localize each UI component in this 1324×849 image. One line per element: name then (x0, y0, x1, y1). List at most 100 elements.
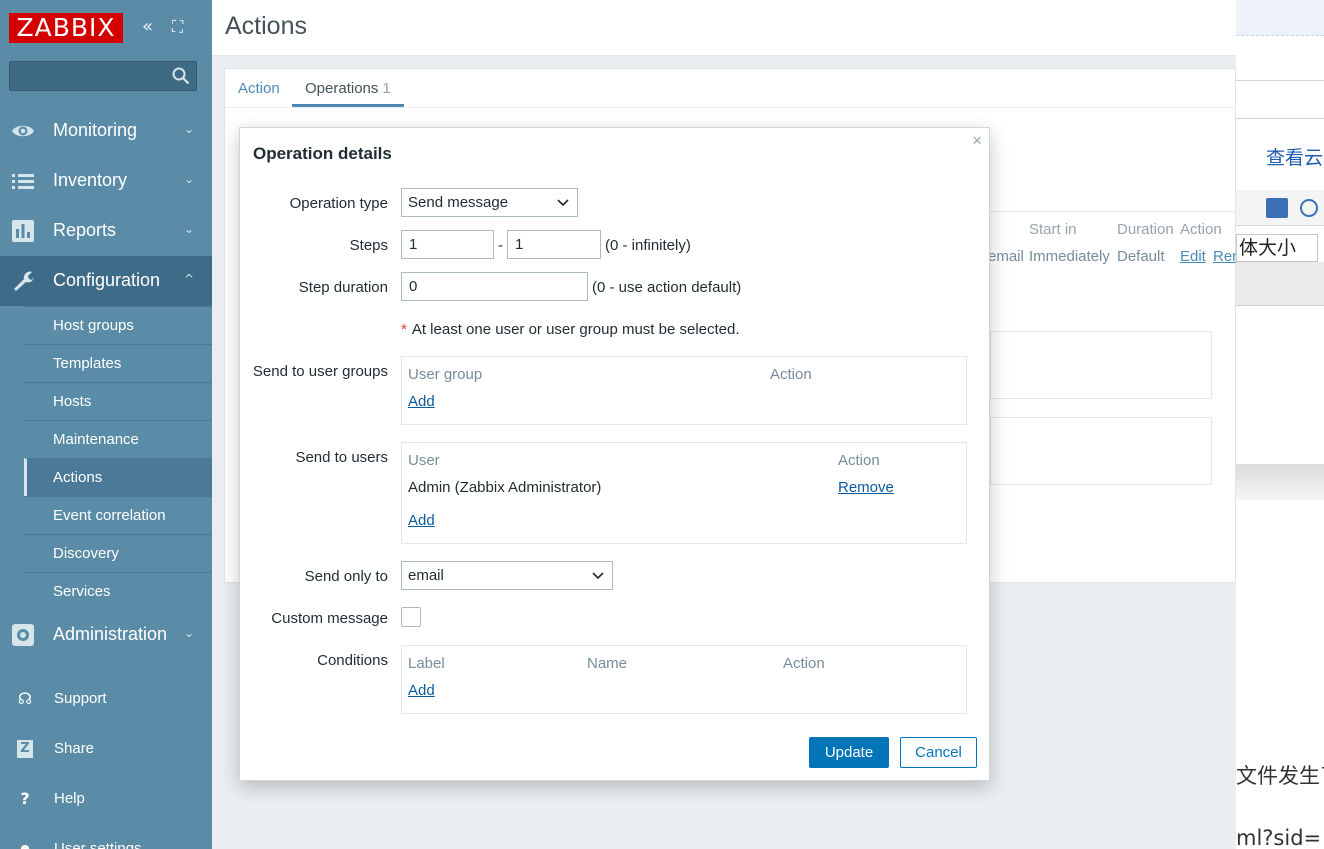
dialog-title: Operation details (253, 144, 392, 163)
collapse-sidebar-icon[interactable]: « (142, 17, 153, 37)
conditions-table: Label Name Action Add (401, 645, 967, 714)
bg-cell-duration: Default (1117, 248, 1165, 265)
sidebar-search-input[interactable] (9, 61, 197, 91)
chevron-down-icon (592, 572, 604, 580)
bg-window-line (1236, 80, 1324, 81)
bg-window-url-text: ml?sid= (1236, 826, 1322, 849)
user-column-header: User (408, 452, 440, 469)
menu-inventory-label: Inventory (53, 170, 128, 190)
submenu-discovery[interactable]: Discovery (24, 534, 212, 572)
menu-reports[interactable]: Reports ⌄ (0, 206, 212, 256)
sidebar-support[interactable]: ☊ Support (0, 680, 212, 720)
menu-configuration-label: Configuration (53, 270, 161, 290)
calendar-icon[interactable] (1266, 198, 1288, 218)
custom-message-label: Custom message (271, 610, 388, 627)
send-to-user-groups-label: Send to user groups (252, 363, 388, 380)
remove-user-link[interactable]: Remove (838, 479, 894, 496)
bg-window-text: 文件发生了 (1236, 764, 1324, 788)
chevron-down-icon: ⌄ (183, 122, 194, 136)
list-icon (12, 174, 34, 189)
tab-operations-label: Operations (305, 80, 379, 97)
submenu-label: Discovery (53, 545, 119, 562)
menu-monitoring[interactable]: Monitoring ⌄ (0, 106, 212, 156)
chevron-down-icon: ⌄ (183, 626, 194, 640)
submenu-label: Event correlation (53, 507, 166, 524)
chevron-up-icon: ^ (183, 272, 194, 286)
submenu-label: Actions (53, 469, 103, 486)
menu-administration-label: Administration (53, 624, 168, 644)
sidebar-help-label: Help (54, 790, 85, 807)
tab-action[interactable]: Action (238, 80, 280, 97)
add-user-group-link[interactable]: Add (408, 393, 435, 410)
menu-configuration[interactable]: Configuration ^ (0, 256, 212, 306)
share-icon: Z (17, 740, 33, 758)
operation-type-label: Operation type (289, 195, 388, 212)
sidebar-user-settings[interactable]: ● User settings (0, 830, 212, 849)
sidebar-help[interactable]: ? Help (0, 780, 212, 820)
sidebar-support-label: Support (54, 690, 107, 707)
custom-message-checkbox[interactable] (401, 607, 421, 627)
operation-type-value: Send message (408, 194, 509, 211)
steps-label: Steps (349, 237, 388, 254)
tab-operations[interactable]: Operations 1 (305, 80, 391, 97)
user-row-name: Admin (Zabbix Administrator) (408, 479, 602, 496)
submenu-services[interactable]: Services (24, 572, 212, 610)
search-icon[interactable] (172, 67, 190, 85)
bg-edit-link[interactable]: Edit (1180, 248, 1206, 265)
submenu-maintenance[interactable]: Maintenance (24, 420, 212, 458)
submenu-host-groups[interactable]: Host groups (24, 306, 212, 344)
kiosk-mode-icon[interactable]: ⛶ (172, 17, 183, 37)
condition-action-header: Action (783, 655, 825, 672)
submenu-label: Services (53, 583, 111, 600)
operation-type-select[interactable]: Send message (401, 188, 578, 217)
user-icon: ● (20, 842, 30, 849)
bg-window-toolbar (1236, 190, 1324, 226)
headset-icon: ☊ (17, 689, 33, 708)
menu-reports-label: Reports (53, 220, 117, 240)
bg-window-link-text[interactable]: 查看云 (1266, 143, 1323, 170)
steps-from-input[interactable]: 1 (401, 230, 494, 259)
sidebar: ZABBIX « ⛶ Monitoring ⌄ Inventory ⌄ Repo… (0, 0, 212, 849)
submenu-actions[interactable]: Actions (24, 458, 212, 496)
submenu-label: Hosts (53, 393, 92, 410)
background-window: 查看云 体大小 文件发生了 ml?sid= (1236, 0, 1324, 849)
add-condition-link[interactable]: Add (408, 682, 435, 699)
step-duration-label: Step duration (298, 279, 388, 296)
bg-header-start-in: Start in (1029, 221, 1077, 238)
send-only-to-label: Send only to (304, 568, 388, 585)
bg-cell-start: Immediately (1029, 248, 1110, 265)
clock-icon[interactable] (1300, 199, 1318, 217)
submenu-rail (0, 306, 24, 610)
send-only-to-value: email (408, 567, 444, 584)
condition-name-header: Name (587, 655, 628, 672)
sidebar-share[interactable]: Z Share (0, 730, 212, 770)
submenu-hosts[interactable]: Hosts (24, 382, 212, 420)
sidebar-share-label: Share (54, 740, 95, 757)
menu-inventory[interactable]: Inventory ⌄ (0, 156, 212, 206)
send-only-to-select[interactable]: email (401, 561, 613, 590)
add-user-link[interactable]: Add (408, 512, 435, 529)
bg-header-duration: Duration (1117, 221, 1174, 238)
steps-separator: - (498, 237, 503, 254)
steps-to-input[interactable]: 1 (507, 230, 601, 259)
submenu-event-correlation[interactable]: Event correlation (24, 496, 212, 534)
conditions-label: Conditions (317, 652, 388, 669)
bar-chart-icon (12, 220, 34, 242)
bg-recovery-operations-box (990, 331, 1212, 399)
condition-label-header: Label (408, 655, 445, 672)
submenu-templates[interactable]: Templates (24, 344, 212, 382)
cancel-button[interactable]: Cancel (900, 737, 977, 768)
bg-window-gray-band (1236, 262, 1324, 306)
step-duration-input[interactable]: 0 (401, 272, 588, 301)
required-note-text: At least one user or user group must be … (411, 321, 740, 338)
page-title: Actions (225, 12, 307, 40)
menu-administration[interactable]: Administration ⌄ (0, 610, 212, 660)
update-button[interactable]: Update (809, 737, 889, 768)
bg-table-divider (990, 211, 1237, 212)
zabbix-logo[interactable]: ZABBIX (9, 13, 123, 43)
bg-window-field[interactable]: 体大小 (1236, 234, 1318, 262)
bg-update-operations-box (990, 417, 1212, 485)
close-icon[interactable]: × (972, 131, 982, 151)
gear-icon (12, 624, 34, 646)
submenu-label: Host groups (53, 317, 134, 334)
